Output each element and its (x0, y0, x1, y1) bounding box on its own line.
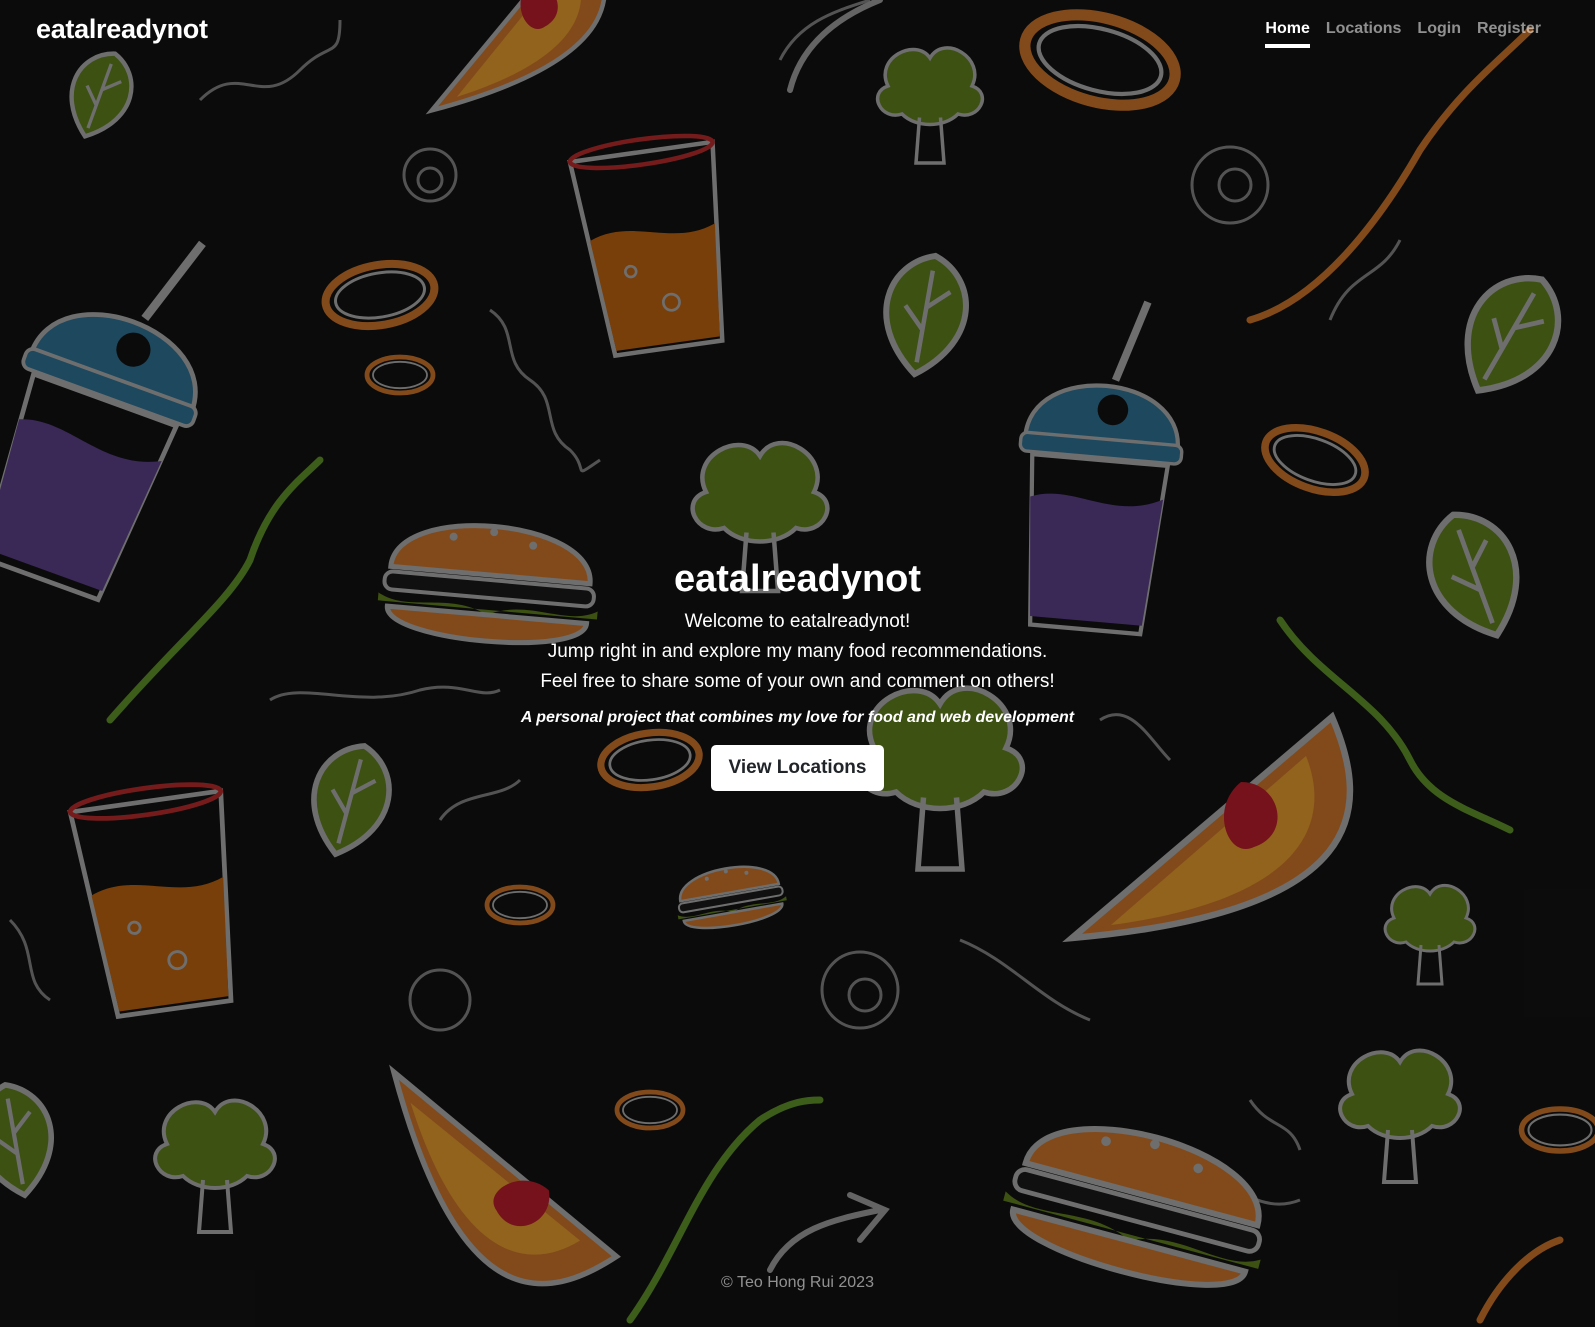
top-navbar: eatalreadynot Home Locations Login Regis… (0, 0, 1595, 64)
landing-page: eatalreadynot Home Locations Login Regis… (0, 0, 1595, 1327)
nav-link-home[interactable]: Home (1265, 20, 1310, 48)
hero-title: eatalreadynot (673, 558, 922, 600)
nav-link-login[interactable]: Login (1417, 20, 1461, 48)
nav-link-register[interactable]: Register (1477, 20, 1541, 48)
hero-tagline: A personal project that combines my love… (520, 709, 1075, 726)
hero-welcome-line: Welcome to eatalreadynot! (684, 611, 911, 632)
brand-logo-link[interactable]: eatalreadynot (36, 14, 208, 45)
hero-explore-line: Jump right in and explore my many food r… (547, 641, 1048, 662)
nav-links: Home Locations Login Register (1265, 20, 1541, 48)
view-locations-button[interactable]: View Locations (710, 745, 885, 791)
hero-share-line: Feel free to share some of your own and … (540, 671, 1055, 692)
nav-link-locations[interactable]: Locations (1326, 20, 1402, 48)
footer-copyright: © Teo Hong Rui 2023 (721, 1274, 874, 1291)
hero-section: eatalreadynot Welcome to eatalreadynot! … (0, 558, 1595, 791)
